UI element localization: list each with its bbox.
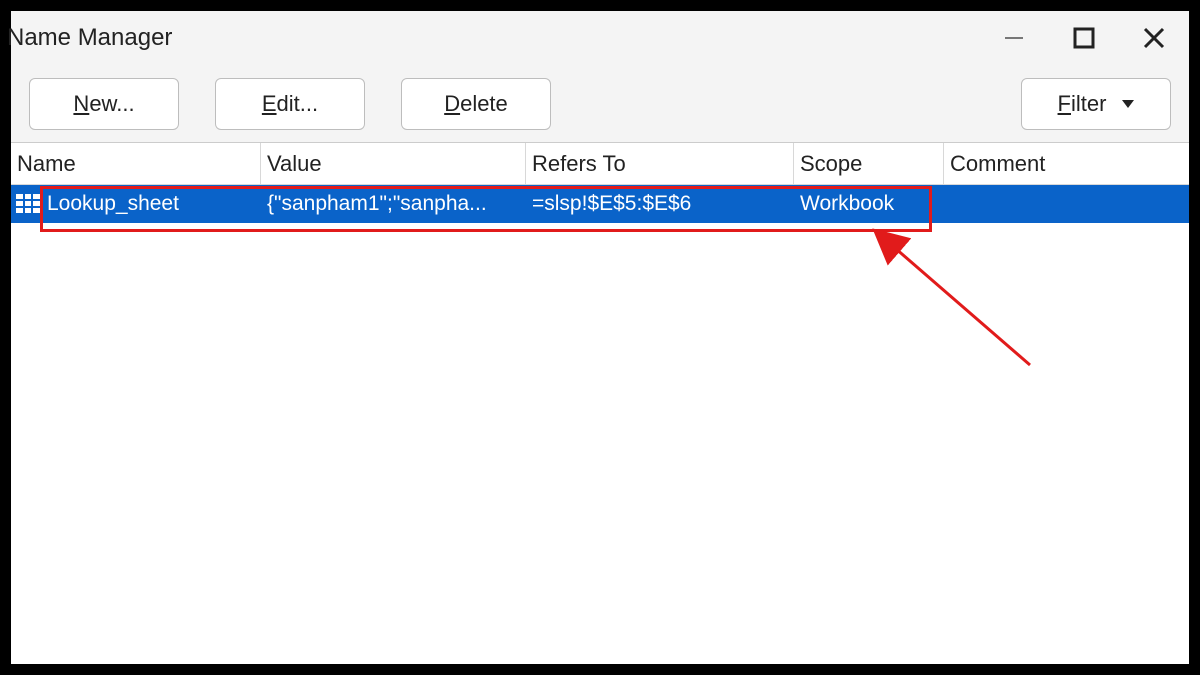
header-scope[interactable]: Scope	[794, 143, 944, 184]
name-manager-window: Name Manager New... Edit... Delete	[10, 10, 1190, 665]
table-row[interactable]: Lookup_sheet {"sanpham1";"sanpha... =sls…	[11, 185, 1189, 223]
maximize-button[interactable]	[1049, 11, 1119, 65]
window-title: Name Manager	[7, 24, 172, 52]
cell-refers: =slsp!$E$5:$E$6	[526, 192, 794, 216]
edit-button-label: Edit...	[262, 91, 318, 117]
names-list: Lookup_sheet {"sanpham1";"sanpha... =sls…	[11, 185, 1189, 664]
edit-button[interactable]: Edit...	[215, 78, 365, 130]
header-refers[interactable]: Refers To	[526, 143, 794, 184]
chevron-down-icon	[1122, 100, 1134, 108]
minimize-button[interactable]	[979, 11, 1049, 65]
cell-scope: Workbook	[794, 192, 944, 216]
delete-button-label: Delete	[444, 91, 508, 117]
filter-button[interactable]: Filter	[1021, 78, 1171, 130]
new-button-label: New...	[73, 91, 134, 117]
filter-button-label: Filter	[1058, 91, 1107, 117]
cell-name: Lookup_sheet	[11, 192, 261, 216]
maximize-icon	[1071, 25, 1097, 51]
close-icon	[1140, 24, 1168, 52]
header-name[interactable]: Name	[11, 143, 261, 184]
cell-name-text: Lookup_sheet	[47, 192, 179, 216]
delete-button[interactable]: Delete	[401, 78, 551, 130]
window-controls	[979, 11, 1189, 65]
close-button[interactable]	[1119, 11, 1189, 65]
header-value[interactable]: Value	[261, 143, 526, 184]
toolbar: New... Edit... Delete Filter	[11, 65, 1189, 143]
cell-value: {"sanpham1";"sanpha...	[261, 192, 526, 216]
minimize-icon	[1001, 25, 1027, 51]
new-button[interactable]: New...	[29, 78, 179, 130]
header-comment[interactable]: Comment	[944, 143, 1189, 184]
column-headers: Name Value Refers To Scope Comment	[11, 143, 1189, 185]
defined-name-icon	[15, 193, 41, 215]
titlebar: Name Manager	[11, 11, 1189, 65]
